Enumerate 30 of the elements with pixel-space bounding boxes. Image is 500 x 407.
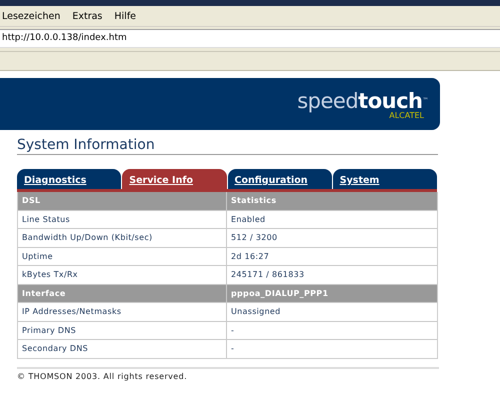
table-cell: Bandwidth Up/Down (Kbit/sec) [18, 229, 227, 246]
copyright-text: © THOMSON 2003. All rights reserved. [17, 366, 439, 380]
table-cell: Primary DNS [18, 322, 227, 339]
tab[interactable]: System [332, 169, 437, 189]
table-cell: Secondary DNS [18, 340, 227, 358]
menu-item[interactable]: Hilfe [114, 10, 136, 22]
address-field[interactable]: http://10.0.0.138/index.htm [0, 29, 500, 48]
header-cell: Interface [18, 284, 227, 302]
table-cell-text: 2d 16:27 [230, 250, 270, 262]
logo-subtitle: ALCATEL [389, 111, 425, 120]
table-cell: kBytes Tx/Rx [18, 266, 227, 284]
table-cell-text: 512 / 3200 [230, 232, 278, 244]
table-cell-text: Enabled [230, 214, 266, 226]
header-cell: DSL [18, 192, 227, 210]
header-cell-text: Statistics [230, 195, 278, 207]
table-cell: IP Addresses/Netmasks [18, 303, 227, 320]
table-cell-text: - [230, 343, 236, 355]
table-cell-text: - [230, 324, 236, 336]
logo-text: speedtouch$^{™}$ [297, 90, 428, 112]
header-cell-text: pppoa_DIALUP_PPP1 [230, 288, 330, 300]
page-title: System Information [17, 137, 438, 155]
menu-item[interactable]: Extras [72, 10, 102, 22]
tab[interactable]: Service Info [122, 169, 226, 189]
table-cell-text: 245171 / 861833 [230, 269, 306, 281]
table-cell: Uptime [18, 248, 227, 265]
table-cell: Line Status [18, 210, 227, 228]
table-cell-text: Unassigned [230, 306, 282, 318]
tab[interactable]: Configuration [228, 169, 332, 189]
menu-item[interactable]: Lesezeichen [2, 10, 60, 22]
tab[interactable]: Diagnostics [17, 169, 122, 189]
